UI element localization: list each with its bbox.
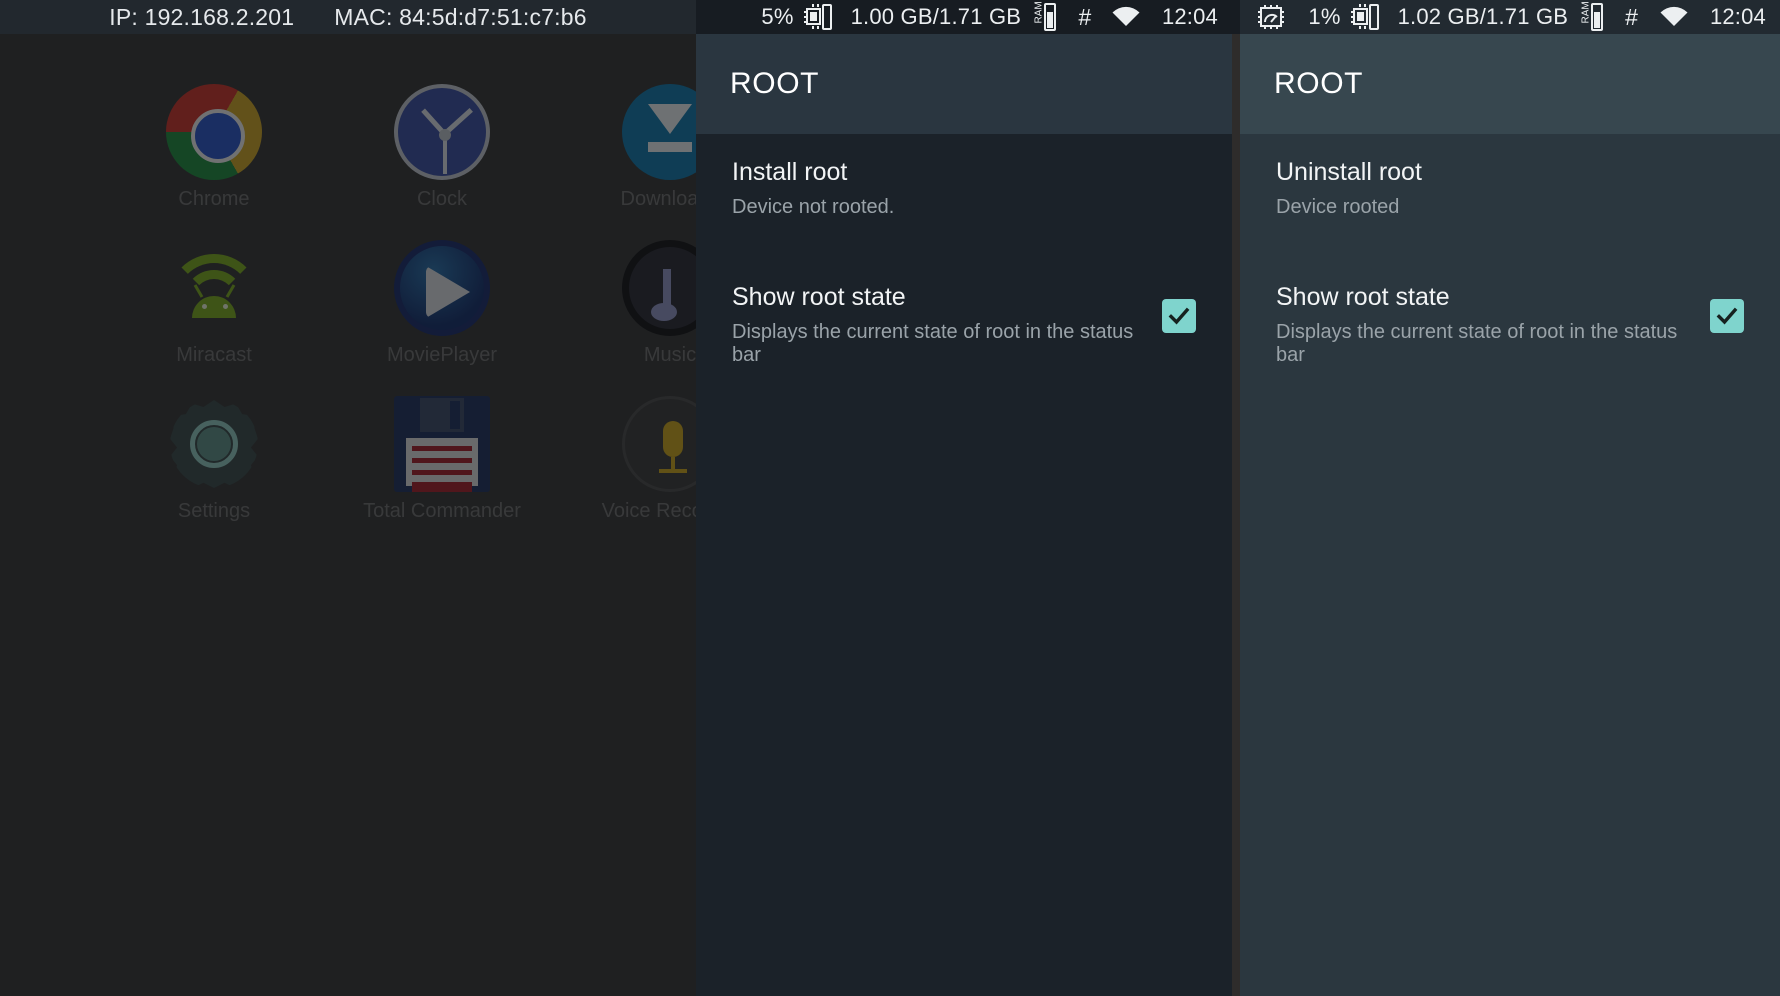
show-root-state-checkbox[interactable] xyxy=(1710,299,1744,333)
screenshot-root: IP: 192.168.2.201 MAC: 84:5d:d7:51:c7:b6… xyxy=(0,0,1780,996)
wifi-status-group xyxy=(1112,6,1140,28)
panel-header: ROOT xyxy=(696,34,1232,134)
preference-list: Uninstall root Device rooted Show root s… xyxy=(1240,134,1780,996)
app-label: Total Commander xyxy=(363,500,521,522)
clock-icon xyxy=(394,84,490,180)
app-tile-total-commander[interactable]: Total Commander xyxy=(328,396,556,552)
root-state-indicator: # xyxy=(1078,3,1091,30)
wifi-icon xyxy=(1112,6,1140,28)
music-icon xyxy=(622,240,696,336)
app-tile-miracast[interactable]: Miracast xyxy=(100,240,328,396)
floppy-disk-icon xyxy=(394,396,490,492)
app-tile-movieplayer[interactable]: MoviePlayer xyxy=(328,240,556,396)
panel-divider xyxy=(1232,0,1240,996)
app-label: Clock xyxy=(416,188,467,210)
cpu-gauge-group xyxy=(1256,3,1286,31)
app-tile-chrome[interactable]: Chrome xyxy=(100,84,328,240)
cpu-chip-icon xyxy=(803,2,832,32)
cpu-percent-label: 1% xyxy=(1308,4,1341,29)
ram-usage-label: 1.00 GB/1.71 GB xyxy=(850,4,1022,29)
settings-icon xyxy=(166,396,262,492)
app-tile-settings[interactable]: Settings xyxy=(100,396,328,552)
preference-summary: Device not rooted. xyxy=(732,196,895,218)
voice-recorder-icon xyxy=(622,396,696,492)
ram-status-group: 1.02 GB/1.71 GB RAM xyxy=(1397,1,1604,32)
show-root-state-checkbox[interactable] xyxy=(1162,299,1196,333)
downloads-icon xyxy=(622,84,696,180)
preference-list: Install root Device not rooted. Show roo… xyxy=(696,134,1232,996)
panel-header: ROOT xyxy=(1240,34,1780,134)
preference-title: Show root state xyxy=(1276,283,1450,311)
app-label: Settings xyxy=(177,500,251,522)
miracast-icon xyxy=(166,240,262,336)
app-tile-voice-recorder[interactable]: Voice Recorder xyxy=(556,396,696,552)
panel-divider-statusbar xyxy=(1232,0,1240,34)
app-tile-music[interactable]: Music xyxy=(556,240,696,396)
root-state-indicator: # xyxy=(1625,3,1638,30)
cpu-chip-icon xyxy=(1350,2,1379,32)
launcher-app-grid-area: Chrome Clock Downloads xyxy=(0,34,696,996)
app-label: Miracast xyxy=(176,344,252,366)
root-settings-panel-before: 5% 1.00 GB/1.71 GB RAM # 12:04 ROOT Inst… xyxy=(696,0,1232,996)
root-hash-icon: # xyxy=(1625,3,1638,30)
preference-summary: Displays the current state of root in th… xyxy=(1276,321,1678,366)
app-label: Voice Recorder xyxy=(601,500,696,522)
page-title: ROOT xyxy=(730,67,820,100)
clock-label: 12:04 xyxy=(1161,4,1218,29)
app-tile-downloads[interactable]: Downloads xyxy=(556,84,696,240)
root-hash-icon: # xyxy=(1078,3,1091,30)
wifi-icon xyxy=(1660,6,1688,28)
cpu-status-group: 1% xyxy=(1308,2,1379,32)
clock-group: 12:04 xyxy=(1162,4,1218,30)
cpu-status-group: 5% xyxy=(761,2,832,32)
wifi-status-group xyxy=(1660,6,1688,28)
preference-title: Uninstall root xyxy=(1276,158,1422,186)
root-settings-panel-after: 1% 1.02 GB/1.71 GB RAM # 12:04 ROOT Unin… xyxy=(1240,0,1780,996)
preference-item-uninstall-root[interactable]: Uninstall root Device rooted xyxy=(1240,134,1780,231)
app-label: MoviePlayer xyxy=(386,344,498,366)
ram-usage-label: 1.02 GB/1.71 GB xyxy=(1397,4,1569,29)
app-tile-clock[interactable]: Clock xyxy=(328,84,556,240)
preference-title: Show root state xyxy=(732,283,906,311)
movieplayer-icon xyxy=(394,240,490,336)
app-label: Downloads xyxy=(620,188,696,210)
app-label: Music xyxy=(643,344,696,366)
mac-address-label: MAC: 84:5d:d7:51:c7:b6 xyxy=(334,3,587,30)
launcher-panel: IP: 192.168.2.201 MAC: 84:5d:d7:51:c7:b6… xyxy=(0,0,696,996)
app-grid: Chrome Clock Downloads xyxy=(100,84,696,552)
preference-summary: Device rooted xyxy=(1276,196,1400,218)
app-label: Chrome xyxy=(178,188,250,210)
launcher-status-bar: IP: 192.168.2.201 MAC: 84:5d:d7:51:c7:b6 xyxy=(0,0,696,34)
clock-label: 12:04 xyxy=(1709,4,1766,29)
ram-meter-icon: RAM xyxy=(1030,1,1057,32)
status-bar: 5% 1.00 GB/1.71 GB RAM # 12:04 xyxy=(696,0,1232,34)
preference-item-show-root-state[interactable]: Show root state Displays the current sta… xyxy=(696,231,1232,379)
chrome-icon xyxy=(166,84,262,180)
preference-title: Install root xyxy=(732,158,848,186)
preference-item-install-root[interactable]: Install root Device not rooted. xyxy=(696,134,1232,231)
preference-summary: Displays the current state of root in th… xyxy=(732,321,1134,366)
clock-group: 12:04 xyxy=(1710,4,1766,30)
cpu-gauge-icon xyxy=(1256,3,1286,31)
status-bar: 1% 1.02 GB/1.71 GB RAM # 12:04 xyxy=(1240,0,1780,34)
cpu-percent-label: 5% xyxy=(761,4,794,29)
preference-item-show-root-state[interactable]: Show root state Displays the current sta… xyxy=(1240,231,1780,379)
page-title: ROOT xyxy=(1274,67,1364,100)
ram-meter-icon: RAM xyxy=(1577,1,1604,32)
ip-address-label: IP: 192.168.2.201 xyxy=(109,3,295,30)
ram-status-group: 1.00 GB/1.71 GB RAM xyxy=(850,1,1057,32)
